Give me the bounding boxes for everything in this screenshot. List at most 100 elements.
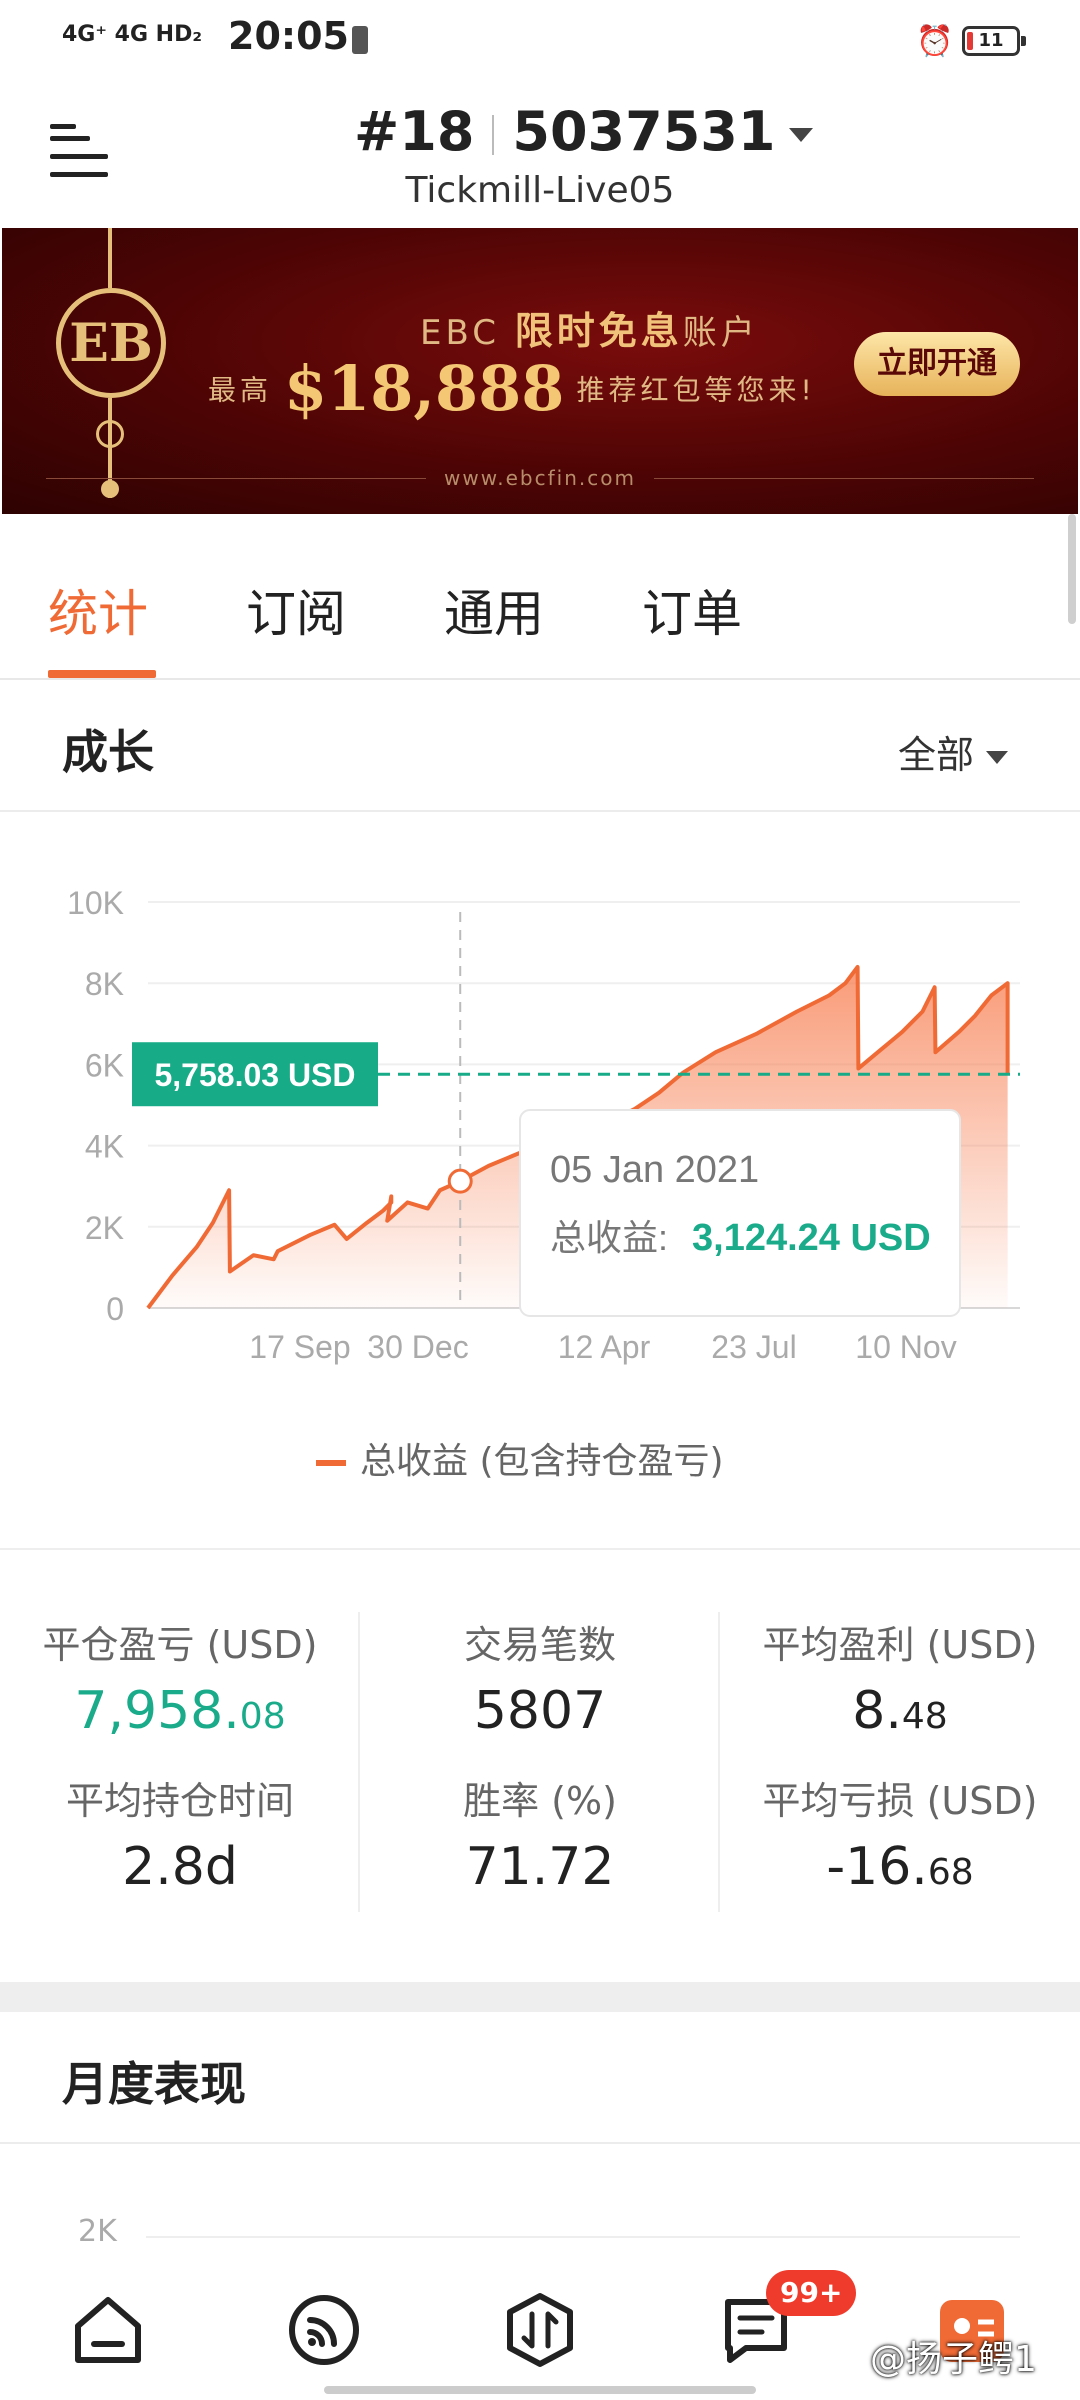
range-filter-dropdown[interactable]: 全部 bbox=[898, 724, 1009, 779]
stat-win-rate: 胜率 (%) 71.72 bbox=[370, 1770, 710, 1897]
data-point bbox=[447, 1168, 473, 1194]
message-count-badge: 99+ bbox=[766, 2270, 857, 2316]
stat-value: 71.72 bbox=[370, 1837, 710, 1897]
bottom-nav: 99+ @扬子鳄1 bbox=[0, 2254, 1080, 2400]
stat-int: -16. bbox=[826, 1837, 928, 1897]
banner-headline: EBC 限时免息账户 bbox=[420, 300, 759, 355]
watermark: @扬子鳄1 bbox=[870, 2339, 1037, 2380]
x-tick-label: 23 Jul bbox=[711, 1329, 796, 1365]
stat-value: 2.8d bbox=[10, 1837, 350, 1897]
tab-bar: 统计 订阅 通用 订单 bbox=[0, 514, 1080, 680]
stat-trade-count: 交易笔数 5807 bbox=[370, 1614, 710, 1741]
account-separator bbox=[492, 115, 495, 156]
app-header: #18 5037531 Tickmill-Live05 bbox=[0, 84, 1080, 228]
notification-dot bbox=[50, 124, 76, 129]
y-tick-label: 4K bbox=[85, 1129, 124, 1165]
tooltip-date: 05 Jan 2021 bbox=[550, 1149, 759, 1191]
banner-url: www.ebcfin.com bbox=[444, 466, 636, 490]
stats-grid: 平仓盈亏 (USD) 7,958.08 交易笔数 5807 平均盈利 (USD)… bbox=[0, 1548, 1080, 1982]
y-tick-label: 6K bbox=[85, 1047, 124, 1083]
tab-statistics[interactable]: 统计 bbox=[48, 574, 148, 646]
range-filter-label: 全部 bbox=[898, 733, 975, 777]
x-tick-label: 12 Apr bbox=[558, 1329, 651, 1365]
y-tick-label: 10K bbox=[67, 885, 124, 921]
feed-icon[interactable] bbox=[284, 2290, 364, 2370]
stat-label: 平均亏损 (USD) bbox=[762, 1779, 1038, 1823]
divider bbox=[358, 1612, 360, 1912]
monthly-gridline bbox=[146, 2236, 1020, 2238]
tab-general[interactable]: 通用 bbox=[444, 574, 544, 646]
stat-value: -16.68 bbox=[730, 1837, 1070, 1897]
stat-label: 交易笔数 bbox=[463, 1623, 616, 1667]
stat-dec: 48 bbox=[901, 1696, 948, 1737]
stat-value: 8.48 bbox=[730, 1681, 1070, 1741]
stat-int: 7,958. bbox=[74, 1681, 240, 1741]
alarm-icon: ⏰ bbox=[916, 24, 954, 59]
banner-amount: $18,888 bbox=[284, 352, 565, 425]
growth-section-header: 成长 全部 bbox=[0, 680, 1080, 812]
stat-int: 5807 bbox=[473, 1681, 607, 1741]
banner-line1-suffix: 账户 bbox=[682, 313, 759, 353]
section-title: 成长 bbox=[62, 725, 154, 779]
tooltip-box bbox=[519, 1109, 961, 1317]
ebc-logo-icon: EB bbox=[56, 288, 166, 398]
small-battery-icon bbox=[352, 26, 368, 54]
legend-label: 总收益 (包含持仓盈亏) bbox=[360, 1441, 724, 1482]
x-tick-label: 30 Dec bbox=[367, 1329, 468, 1365]
stat-avg-loss: 平均亏损 (USD) -16.68 bbox=[730, 1770, 1070, 1897]
stat-dec: 08 bbox=[239, 1696, 286, 1737]
stat-value: 5807 bbox=[370, 1681, 710, 1741]
divider bbox=[718, 1612, 720, 1912]
stat-int: 71.72 bbox=[465, 1837, 615, 1897]
reference-label: 5,758.03 USD bbox=[154, 1057, 355, 1093]
growth-chart-svg: 0 2K 4K 6K 8K 10K 17 Sep 30 Dec 12 Apr 23 Jul 10 … bbox=[67, 885, 1020, 1365]
y-tick-label: 2K bbox=[85, 1210, 124, 1246]
menu-line bbox=[50, 136, 90, 141]
y-tick-label: 8K bbox=[85, 966, 124, 1002]
logo-string bbox=[108, 228, 112, 288]
x-tick-label: 17 Sep bbox=[249, 1329, 350, 1365]
stat-dec: 68 bbox=[927, 1852, 974, 1893]
status-bar: 4G⁺ 4G HD₂ 20:05 ⏰ 11 bbox=[0, 0, 1080, 84]
home-indicator[interactable] bbox=[324, 2386, 756, 2394]
active-tab-indicator bbox=[48, 670, 156, 678]
dropdown-caret-icon bbox=[789, 128, 814, 143]
stat-label: 平仓盈亏 (USD) bbox=[42, 1623, 318, 1667]
stat-label: 胜率 (%) bbox=[463, 1779, 617, 1823]
server-name: Tickmill-Live05 bbox=[405, 170, 675, 211]
y-tick-label: 0 bbox=[106, 1291, 124, 1327]
account-selector[interactable]: #18 5037531 bbox=[354, 100, 814, 163]
banner-brand: EBC bbox=[420, 313, 500, 353]
monthly-axis-label: 2K bbox=[78, 2214, 117, 2249]
tab-orders[interactable]: 订单 bbox=[642, 574, 742, 646]
open-account-button[interactable]: 立即开通 bbox=[854, 332, 1020, 396]
tooltip-label: 总收益: bbox=[550, 1217, 668, 1258]
promo-banner[interactable]: EB EBC 限时免息账户 最高 $18,888 推荐红包等您来! 立即开通 www… bbox=[2, 228, 1078, 514]
home-icon[interactable] bbox=[68, 2290, 148, 2370]
stat-int: 8. bbox=[852, 1681, 902, 1741]
section-gap bbox=[0, 1982, 1080, 2012]
legend-swatch bbox=[316, 1460, 346, 1466]
stat-value: 7,958.08 bbox=[10, 1681, 350, 1741]
chart-legend[interactable]: 总收益 (包含持仓盈亏) bbox=[316, 1432, 724, 1484]
stat-closed-pl: 平仓盈亏 (USD) 7,958.08 bbox=[10, 1614, 350, 1741]
stat-avg-hold-time: 平均持仓时间 2.8d bbox=[10, 1770, 350, 1897]
stat-int: 2.8d bbox=[122, 1837, 238, 1897]
banner-highlight: 限时免息 bbox=[514, 309, 683, 353]
logo-knot bbox=[96, 420, 124, 448]
menu-line bbox=[50, 154, 108, 159]
tooltip-value: 3,124.24 USD bbox=[692, 1217, 931, 1259]
trade-icon[interactable] bbox=[500, 2290, 580, 2370]
stat-label: 平均盈利 (USD) bbox=[762, 1623, 1038, 1667]
banner-line2-suffix: 推荐红包等您来! bbox=[576, 373, 816, 407]
monthly-section-header: 月度表现 bbox=[0, 2012, 1080, 2144]
battery-icon: 11 bbox=[962, 26, 1026, 56]
banner-line2-prefix: 最高 bbox=[208, 373, 273, 407]
stat-avg-profit: 平均盈利 (USD) 8.48 bbox=[730, 1614, 1070, 1741]
chevron-down-icon bbox=[986, 751, 1009, 764]
banner-subline: 最高 $18,888 推荐红包等您来! bbox=[208, 352, 816, 425]
network-indicator: 4G⁺ 4G HD₂ bbox=[62, 22, 202, 47]
clock: 20:05 bbox=[228, 14, 349, 58]
tab-subscribe[interactable]: 订阅 bbox=[246, 574, 346, 646]
stat-label: 平均持仓时间 bbox=[65, 1779, 294, 1823]
